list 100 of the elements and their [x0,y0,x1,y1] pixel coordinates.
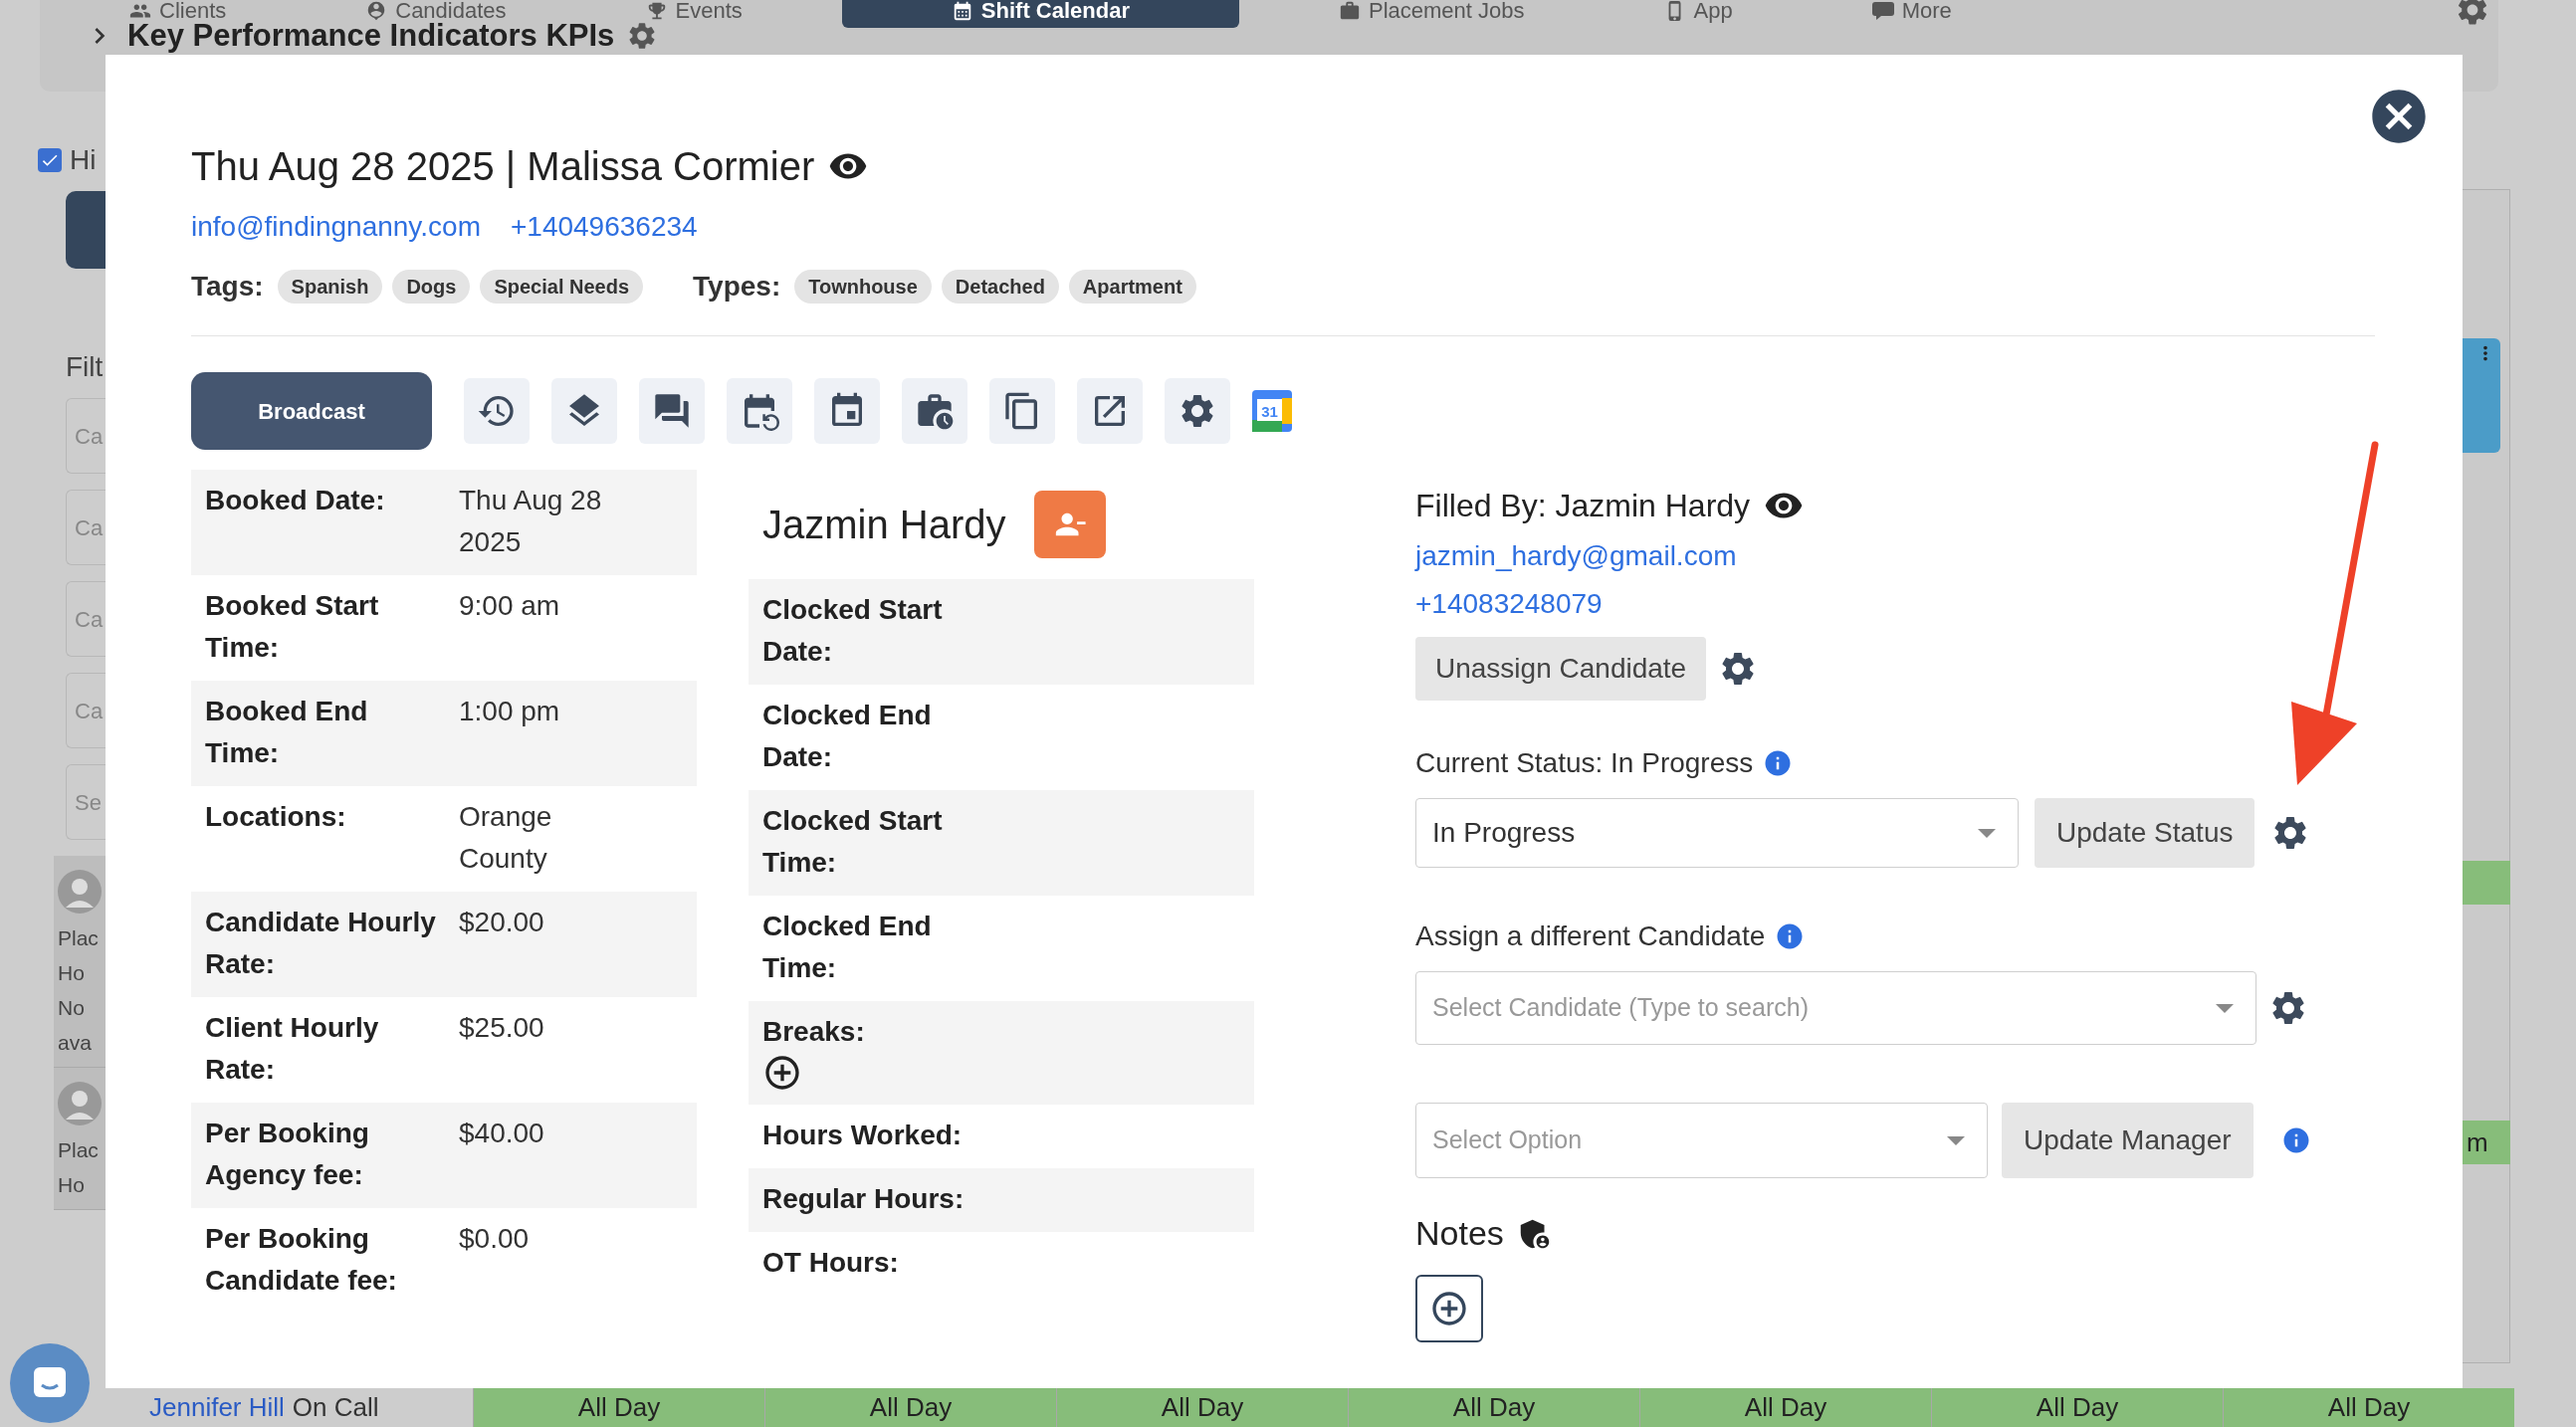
tag: Special Needs [480,270,644,304]
candidate-select[interactable]: Select Candidate (Type to search) [1415,971,2256,1045]
calendar-app-icon[interactable]: 31 [1252,390,1292,432]
all-day-cell[interactable]: All Day [764,1388,1056,1427]
nav-tab[interactable]: Events [605,0,782,22]
field-value: 9:00 am [459,589,561,623]
caret-icon [1978,828,1996,838]
tag: Spanish [277,270,383,304]
modal-title: Thu Aug 28 2025 | Malissa Cormier [191,143,815,190]
toolbar-button[interactable] [989,378,1055,444]
remove-candidate-button[interactable] [1033,491,1106,558]
field-value: $0.00 [459,1222,531,1256]
toolbar-button[interactable] [814,378,880,444]
card-text: Plac [58,1139,100,1160]
nav-tab[interactable]: Clients [90,0,267,22]
nav-tab[interactable]: Candidates [325,0,546,22]
field-label: Clocked End Date: [762,699,933,774]
tag: Apartment [1068,270,1196,304]
person-name[interactable]: Jennifer Hill [149,1388,285,1427]
status-label: Current Status: In Progress [1415,746,1754,780]
field-label: Per Booking Candidate fee: [205,1222,398,1298]
field-label: Regular Hours: [762,1182,966,1216]
candidate-card[interactable]: Plac Ho No ava [54,856,106,1068]
nav-tab[interactable]: Placement Jobs [1298,0,1565,22]
all-day-cell[interactable]: All Day [1056,1388,1348,1427]
field-value: $40.00 [459,1117,545,1150]
caret-icon [2216,1003,2234,1013]
tag: Detached [941,270,1059,304]
card-text: Ho [58,962,86,983]
card-text: Ho [58,1174,86,1195]
add-break-icon[interactable] [762,1053,802,1093]
card-text: No [58,997,86,1018]
field-label: OT Hours: [762,1246,900,1280]
field-value: Orange County [459,800,553,876]
all-day-cell[interactable]: All Day [1348,1388,1639,1427]
tag: Dogs [392,270,471,304]
page-title: Key Performance Indicators KPIs [127,20,615,52]
candidate-card[interactable]: Plac Ho [54,1068,106,1210]
nav-tab[interactable]: App [1623,0,1773,22]
candidate-name: Jazmin Hardy [762,502,1006,548]
caret-icon [1947,1135,1965,1145]
field-label: Clocked Start Date: [762,593,944,669]
toolbar-button[interactable] [639,378,705,444]
field-label: Booked Start Time: [205,589,380,665]
field-label: Clocked End Time: [762,910,933,985]
avatar-icon [58,870,102,914]
filled-by-label: Filled By: Jazmin Hardy [1415,487,1751,525]
toolbar-button[interactable] [902,378,967,444]
field-label: Clocked Start Time: [762,804,944,880]
toolbar-button[interactable] [551,378,617,444]
field-label: Booked Date: [205,484,386,517]
field-value: $25.00 [459,1011,545,1045]
all-day-cell[interactable]: All Day [1931,1388,2223,1427]
field-label: Hours Worked: [762,1119,964,1152]
email-link[interactable]: info@findingnanny.com [191,206,481,248]
field-label: Booked End Time: [205,695,369,770]
update-manager-button[interactable]: Update Manager [2002,1103,2254,1178]
person-status: On Call [292,1391,379,1424]
phone-link[interactable]: +14049636234 [510,206,698,248]
toolbar-button[interactable] [727,378,792,444]
avatar-icon [58,1082,102,1125]
field-label: Breaks: [762,1015,866,1049]
nav-icon [1338,0,1361,22]
all-day-cell[interactable]: All Day [473,1388,764,1427]
add-note-button[interactable] [1415,1275,1483,1342]
toolbar-button[interactable] [464,378,530,444]
status-select[interactable]: In Progress [1415,798,2019,868]
checkbox[interactable] [38,148,62,172]
phone-link[interactable]: +14083248079 [1415,583,1603,625]
field-value: 1:00 pm [459,695,561,728]
types-label: Types: [693,270,781,304]
field-value: $20.00 [459,906,545,939]
unassign-button[interactable]: Unassign Candidate [1415,637,1707,701]
nav-tab[interactable]: More [1831,0,1992,22]
notes-label: Notes [1415,1213,1504,1254]
assign-label: Assign a different Candidate [1415,919,1766,953]
update-status-button[interactable]: Update Status [2035,798,2255,868]
nav-tab[interactable]: Shift Calendar [841,0,1239,28]
toolbar-button[interactable] [1077,378,1143,444]
briefcase-clock-icon [915,391,955,431]
all-day-cell[interactable]: All Day [2223,1388,2514,1427]
field-label: Locations: [205,800,347,834]
email-link[interactable]: jazmin_hardy@gmail.com [1415,535,2311,577]
tags-label: Tags: [191,270,264,304]
field-label: Candidate Hourly Rate: [205,906,437,981]
field-label: Client Hourly Rate: [205,1011,380,1087]
field-value: Thu Aug 28 2025 [459,484,603,559]
broadcast-button[interactable]: Broadcast [191,372,432,450]
field-label: Per Booking Agency fee: [205,1117,370,1192]
checkbox-label: Hi [70,143,97,177]
nav-icon [1871,2,1894,20]
tag: Townhouse [794,270,932,304]
add-icon [1429,1289,1469,1328]
card-text: Plac [58,927,100,948]
filter-label: Filt [66,350,104,384]
toolbar-button[interactable] [1165,378,1230,444]
all-day-cell[interactable]: All Day [1639,1388,1931,1427]
card-text: ava [58,1032,93,1053]
event-text: m [2467,1125,2488,1159]
option-select[interactable]: Select Option [1415,1103,1988,1178]
